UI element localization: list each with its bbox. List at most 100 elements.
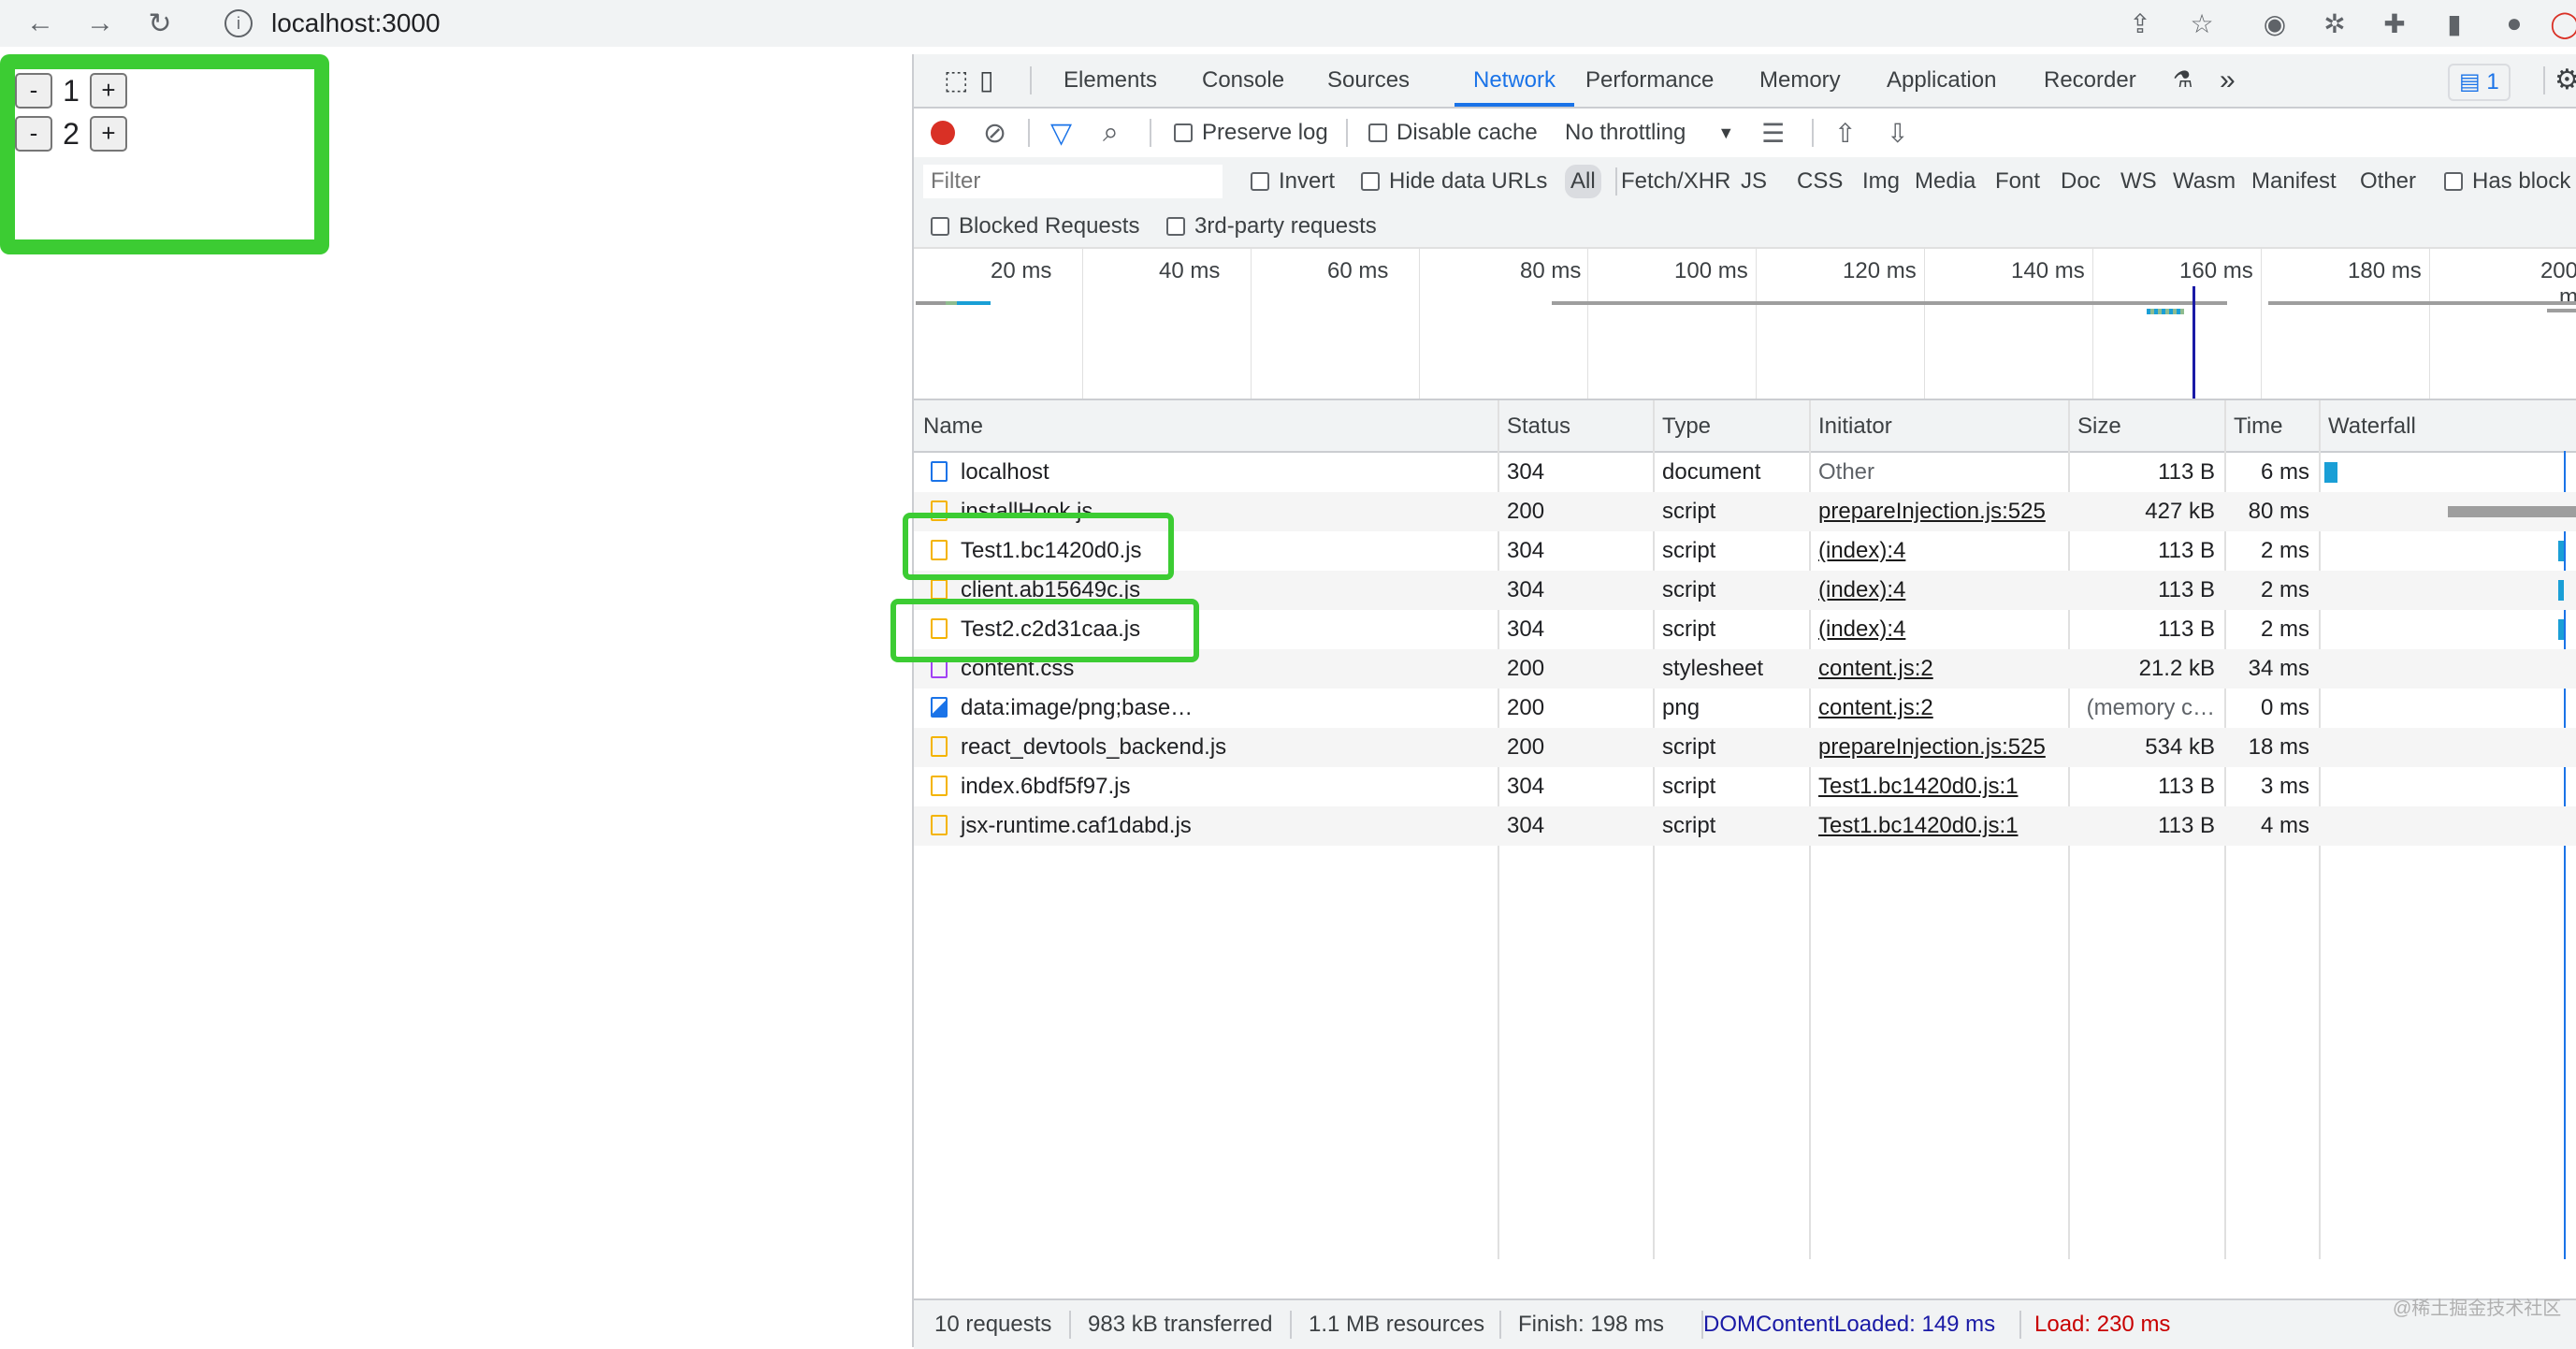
has-blocked-label: Has block [2472, 168, 2571, 194]
column-header-status[interactable]: Status [1498, 400, 1570, 451]
export-har-icon[interactable]: ⇩ [1887, 109, 1908, 157]
filter-type-all[interactable]: All [1565, 165, 1601, 198]
network-conditions-icon[interactable]: ☰ [1761, 109, 1785, 157]
cell-name: index.6bdf5f97.js [914, 767, 1505, 806]
reload-icon[interactable]: ↻ [142, 6, 178, 41]
initiator-link[interactable]: (index):4 [1818, 616, 1905, 642]
cell-size: 113 B [2158, 538, 2215, 563]
column-header-waterfall[interactable]: Waterfall [2319, 400, 2416, 451]
initiator-link[interactable]: content.js:2 [1818, 695, 1933, 720]
filter-type-fetch-xhr[interactable]: Fetch/XHR [1621, 157, 1730, 206]
initiator-link[interactable]: prepareInjection.js:525 [1818, 734, 2046, 760]
table-row[interactable]: jsx-runtime.caf1dabd.js 304 script Test1.bc… [914, 806, 2576, 846]
clear-icon[interactable]: ⊘ [983, 109, 1006, 157]
inspect-element-icon[interactable]: ⬚ [944, 54, 968, 107]
filter-type-css[interactable]: CSS [1797, 157, 1843, 206]
initiator-link[interactable]: prepareInjection.js:525 [1818, 499, 2046, 524]
address-url: localhost:3000 [271, 8, 441, 37]
side-panel-icon[interactable]: ▮ [2438, 7, 2471, 40]
import-har-icon[interactable]: ⇧ [1834, 109, 1856, 157]
increment-button[interactable]: + [90, 116, 127, 152]
cell-initiator[interactable]: content.js:2 [1809, 689, 2068, 728]
site-info-icon[interactable]: i [224, 9, 253, 37]
filter-type-other[interactable]: Other [2360, 157, 2416, 206]
flask-icon: ⚗ [2173, 67, 2193, 93]
cell-initiator[interactable]: Test1.bc1420d0.js:1 [1809, 806, 2068, 846]
filter-type-font[interactable]: Font [1995, 157, 2040, 206]
profile-avatar-icon[interactable]: ● [2497, 7, 2531, 40]
device-toolbar-icon[interactable]: ▯ [979, 54, 993, 107]
table-row[interactable]: data:image/png;base… 200 png content.js:2 (m… [914, 689, 2576, 728]
decrement-button[interactable]: - [15, 73, 52, 109]
record-icon[interactable] [931, 109, 955, 157]
invert-checkbox[interactable]: Invert [1251, 157, 1335, 206]
preserve-log-checkbox[interactable]: Preserve log [1174, 109, 1328, 157]
column-header-name[interactable]: Name [914, 400, 983, 451]
tab-sources[interactable]: Sources [1327, 54, 1410, 107]
blocked-requests-checkbox[interactable]: Blocked Requests [931, 206, 1139, 247]
filter-type-js[interactable]: JS [1741, 157, 1767, 206]
filter-type-doc[interactable]: Doc [2061, 157, 2101, 206]
issues-badge[interactable]: ▤ 1 [2448, 64, 2511, 101]
hide-data-urls-checkbox[interactable]: Hide data URLs [1361, 157, 1547, 206]
tab-console[interactable]: Console [1202, 54, 1284, 107]
overview-bar [2147, 309, 2184, 314]
menu-icon[interactable]: ◯ [2548, 7, 2576, 40]
settings-gear-icon[interactable]: ⚙ [2554, 54, 2576, 107]
filter-type-wasm[interactable]: Wasm [2173, 157, 2236, 206]
extension-circle-icon[interactable]: ◉ [2258, 7, 2292, 40]
cell-initiator[interactable]: Test1.bc1420d0.js:1 [1809, 767, 2068, 806]
cell-initiator[interactable]: Other [1809, 453, 2068, 492]
table-row[interactable]: react_devtools_backend.js 200 script prepar… [914, 728, 2576, 767]
address-bar[interactable]: i localhost:3000 [198, 4, 2088, 43]
initiator-link[interactable]: Test1.bc1420d0.js:1 [1818, 774, 2018, 799]
extension-gear-icon[interactable]: ✲ [2318, 7, 2352, 40]
disable-cache-checkbox[interactable]: Disable cache [1368, 109, 1538, 157]
cell-initiator[interactable]: (index):4 [1809, 610, 2068, 649]
back-arrow-icon[interactable]: ← [22, 6, 58, 41]
initiator-link[interactable]: content.js:2 [1818, 656, 1933, 681]
cell-initiator[interactable]: content.js:2 [1809, 649, 2068, 689]
table-row[interactable]: index.6bdf5f97.js 304 script Test1.bc1420d0… [914, 767, 2576, 806]
network-overview-timeline[interactable]: 20 ms 40 ms 60 ms 80 ms 100 ms 120 ms 14… [914, 249, 2576, 400]
tab-application[interactable]: Application [1887, 54, 1996, 107]
cell-name: jsx-runtime.caf1dabd.js [914, 806, 1505, 846]
tab-performance[interactable]: Performance [1585, 54, 1714, 107]
initiator-link[interactable]: (index):4 [1818, 577, 1905, 602]
forward-arrow-icon[interactable]: → [82, 6, 118, 41]
bookmark-star-icon[interactable]: ☆ [2185, 7, 2219, 40]
tick-label: 160 ms [2179, 258, 2253, 283]
dropdown-arrow-icon: ▼ [1717, 123, 1735, 142]
filter-type-manifest[interactable]: Manifest [2251, 157, 2337, 206]
tab-network[interactable]: Network [1454, 54, 1575, 107]
column-header-initiator[interactable]: Initiator [1809, 400, 1892, 451]
tab-recorder[interactable]: Recorder [2044, 54, 2136, 107]
filter-input[interactable] [923, 165, 1223, 198]
checkbox-icon [931, 217, 949, 236]
cell-initiator[interactable]: (index):4 [1809, 571, 2068, 610]
has-blocked-cookies-checkbox[interactable]: Has block [2444, 157, 2570, 206]
tab-elements[interactable]: Elements [1064, 54, 1157, 107]
extensions-puzzle-icon[interactable]: ✚ [2378, 7, 2411, 40]
more-tabs-icon[interactable]: » [2220, 54, 2236, 107]
cell-initiator[interactable]: prepareInjection.js:525 [1809, 728, 2068, 767]
initiator-link[interactable]: Test1.bc1420d0.js:1 [1818, 813, 2018, 838]
cell-initiator[interactable]: prepareInjection.js:525 [1809, 492, 2068, 531]
filter-type-img[interactable]: Img [1862, 157, 1900, 206]
cell-initiator[interactable]: (index):4 [1809, 531, 2068, 571]
search-icon[interactable]: ⌕ [1103, 109, 1119, 157]
column-header-size[interactable]: Size [2068, 400, 2121, 451]
initiator-link[interactable]: (index):4 [1818, 538, 1905, 563]
share-icon[interactable]: ⇪ [2123, 7, 2157, 40]
filter-type-ws[interactable]: WS [2120, 157, 2157, 206]
increment-button[interactable]: + [90, 73, 127, 109]
column-header-type[interactable]: Type [1653, 400, 1711, 451]
filter-type-media[interactable]: Media [1915, 157, 1975, 206]
status-separator [2019, 1311, 2021, 1339]
decrement-button[interactable]: - [15, 116, 52, 152]
column-header-time[interactable]: Time [2224, 400, 2282, 451]
throttling-select[interactable]: No throttling ▼ [1565, 109, 1734, 157]
tab-memory[interactable]: Memory [1759, 54, 1841, 107]
third-party-requests-checkbox[interactable]: 3rd-party requests [1166, 206, 1377, 247]
filter-funnel-icon[interactable]: ▽ [1050, 109, 1072, 157]
